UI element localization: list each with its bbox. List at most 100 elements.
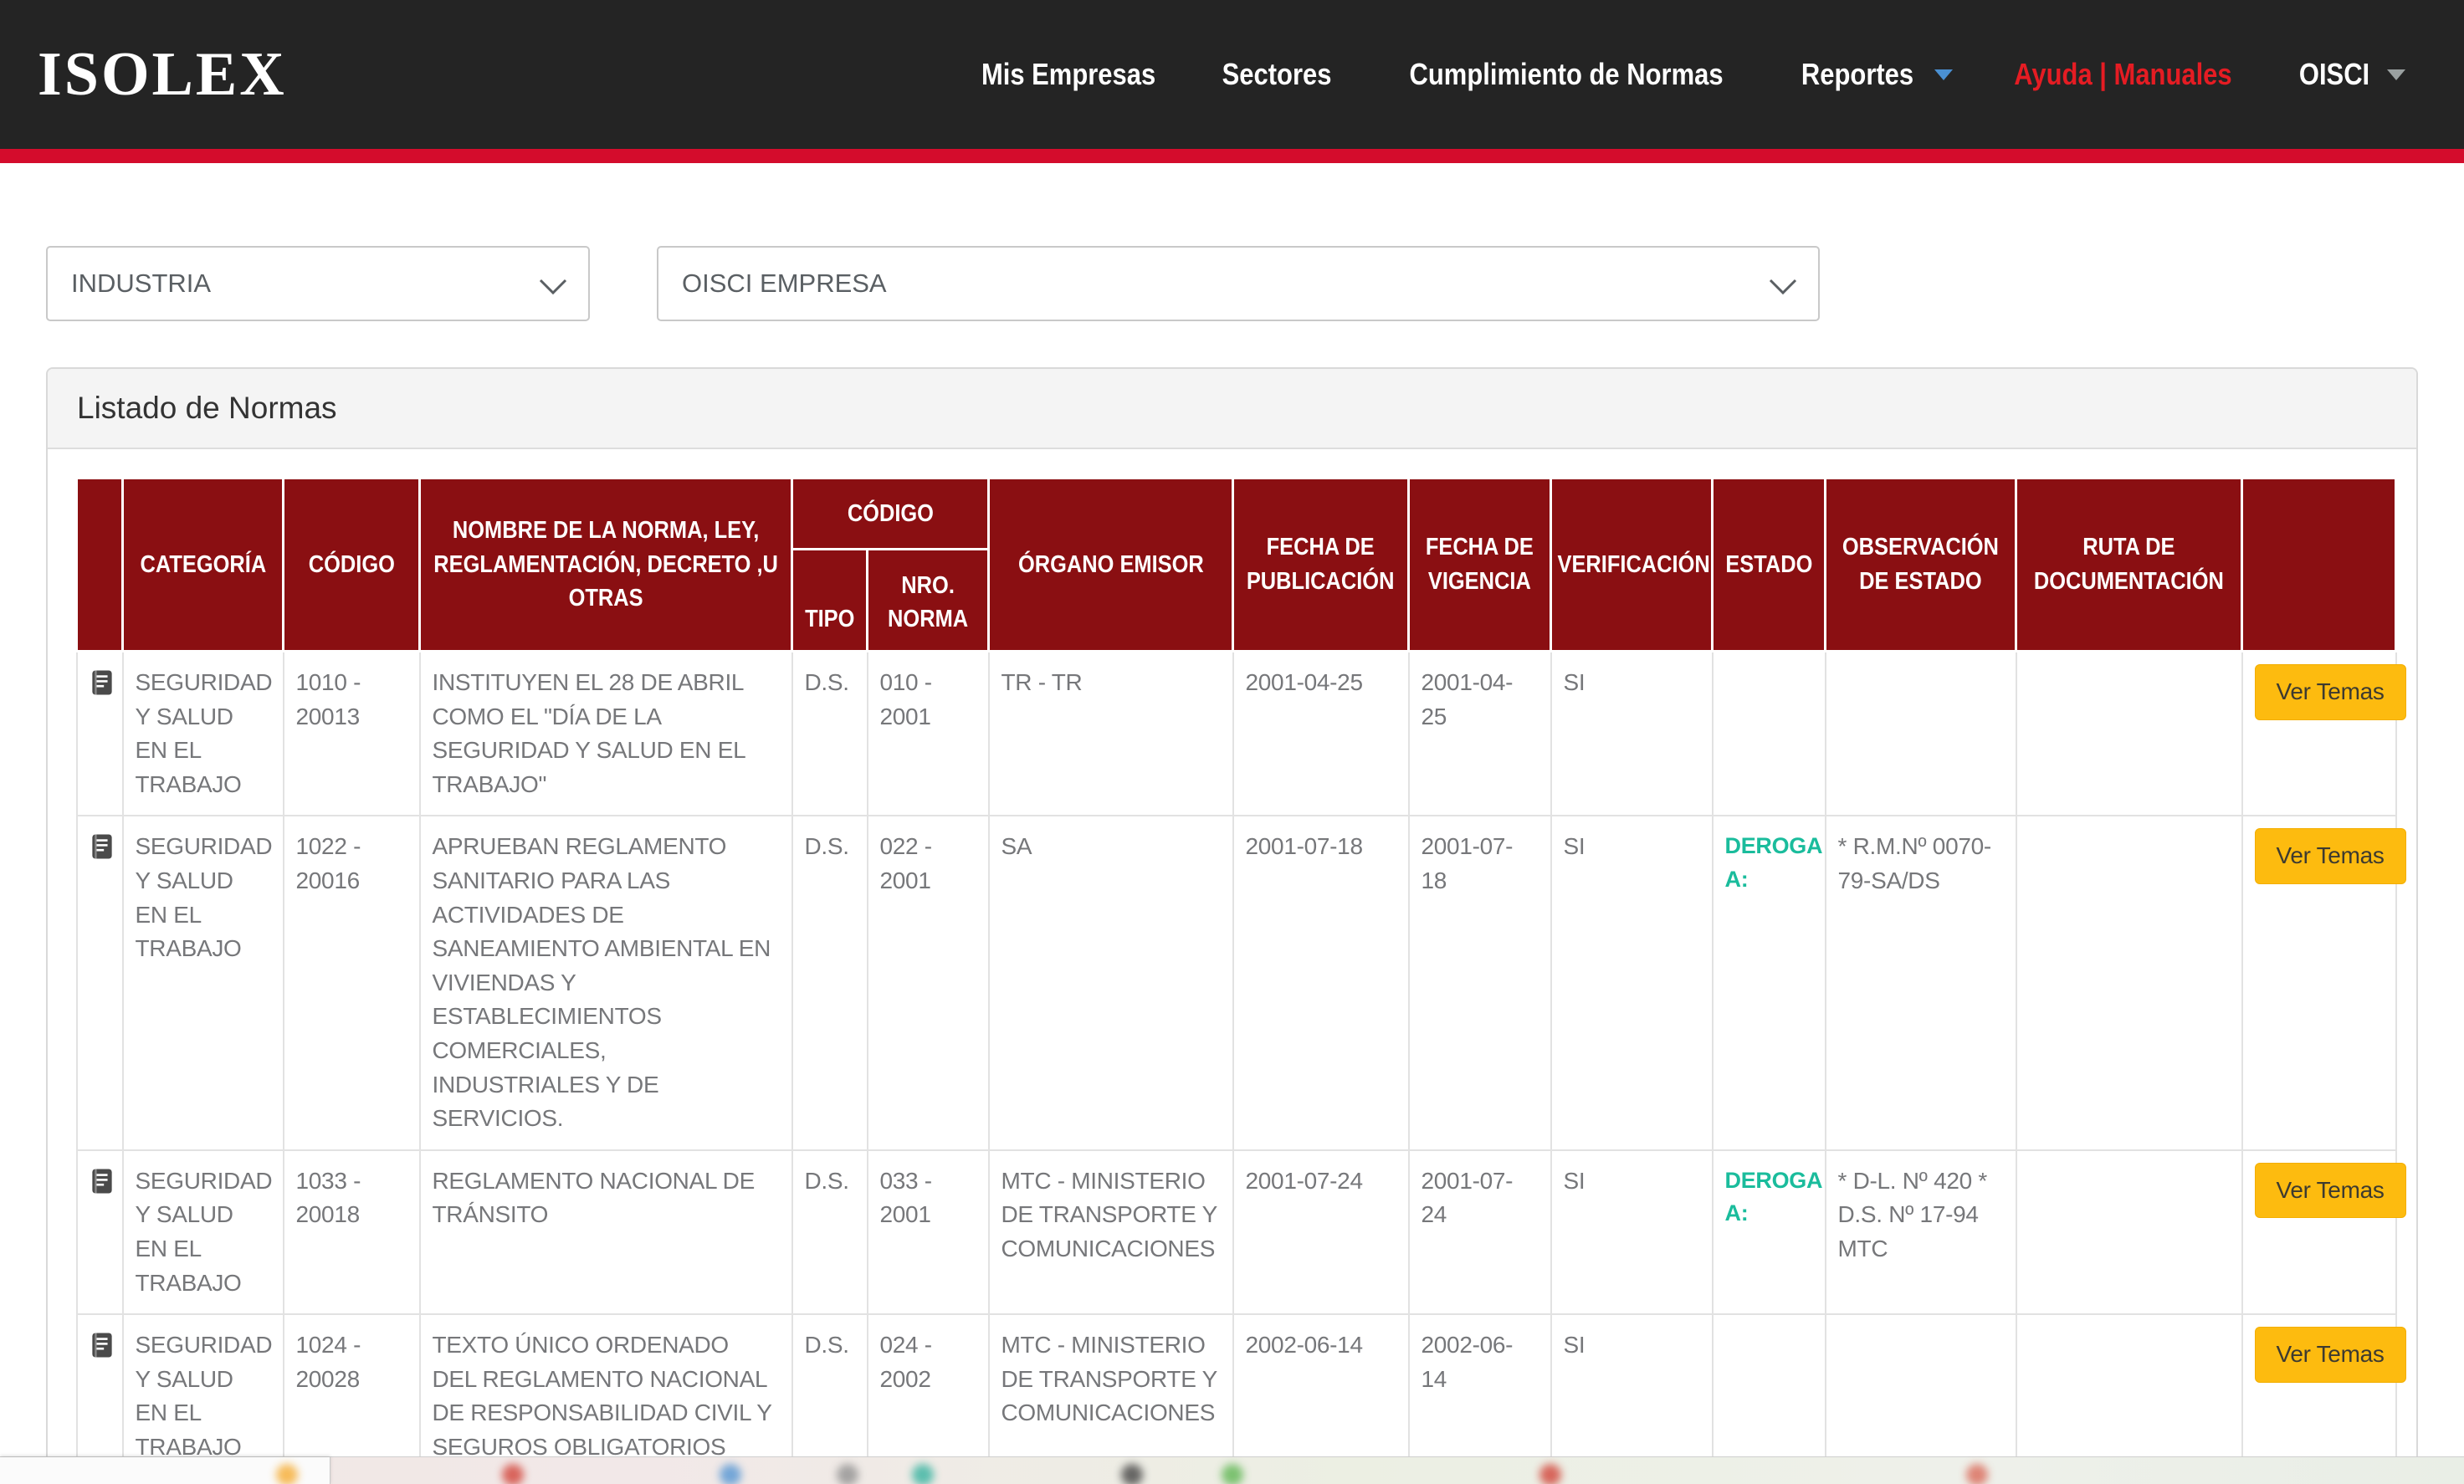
cell-actions: Ver Temas (2242, 816, 2396, 1149)
norm-document-icon[interactable] (77, 816, 123, 1149)
main-nav: Mis Empresas Sectores Cumplimiento de No… (967, 57, 2405, 92)
cell-codigo: 1033 - 20018 (284, 1150, 420, 1314)
cell-nro-norma: 022 - 2001 (868, 816, 989, 1149)
col-actions (2242, 478, 2396, 652)
cell-verificacion: SI (1551, 1150, 1713, 1314)
taskbar-app-icon (502, 1464, 524, 1484)
ver-temas-button[interactable]: Ver Temas (2255, 664, 2406, 720)
col-nombre: NOMBRE DE LA NORMA, LEY, REGLAMENTACIÓN,… (420, 478, 792, 652)
cell-ruta-documentacion (2016, 816, 2242, 1149)
nav-ayuda-manuales[interactable]: Ayuda | Manuales (1996, 57, 2250, 92)
caret-down-icon (1934, 69, 1953, 80)
cell-estado: DEROGA A: (1713, 816, 1826, 1149)
col-fecha-vigencia: FECHA DE VIGENCIA (1409, 478, 1551, 652)
cell-codigo: 1022 - 20016 (284, 816, 420, 1149)
cell-actions: Ver Temas (2242, 1150, 2396, 1314)
cell-organo-emisor: SA (989, 816, 1233, 1149)
company-select[interactable]: OISCI EMPRESA (657, 246, 1820, 321)
col-codigo-group: CÓDIGO (792, 478, 989, 550)
ver-temas-button[interactable]: Ver Temas (2255, 1163, 2406, 1219)
norm-document-icon[interactable] (77, 652, 123, 816)
taskbar-app-icon (837, 1464, 858, 1484)
taskbar-app-icon (1121, 1464, 1143, 1484)
table-row: SEGURIDAD Y SALUD EN EL TRABAJO 1010 - 2… (77, 652, 2396, 816)
cell-fecha-publicacion: 2001-04-25 (1233, 652, 1409, 816)
norms-table-header: CATEGORÍA CÓDIGO NOMBRE DE LA NORMA, LEY… (77, 478, 2396, 652)
nav-mis-empresas[interactable]: Mis Empresas (967, 57, 1170, 92)
cell-nombre: REGLAMENTO NACIONAL DE TRÁNSITO (420, 1150, 792, 1314)
norms-panel: Listado de Normas CATEGORÍA CÓDIGO NOMBR… (46, 367, 2418, 1484)
cell-observacion-estado: * D-L. Nº 420 * D.S. Nº 17-94 MTC (1826, 1150, 2016, 1314)
cell-tipo: D.S. (792, 652, 868, 816)
ver-temas-button[interactable]: Ver Temas (2255, 828, 2406, 884)
industry-select[interactable]: INDUSTRIA (46, 246, 590, 321)
cell-fecha-vigencia: 2001-07-24 (1409, 1150, 1551, 1314)
taskbar-app-icon (1966, 1464, 1988, 1484)
cell-codigo: 1010 - 20013 (284, 652, 420, 816)
cell-nro-norma: 033 - 2001 (868, 1150, 989, 1314)
col-observacion-estado: OBSERVACIÓN DE ESTADO (1826, 478, 2016, 652)
book-icon (90, 1168, 115, 1195)
cell-categoria: SEGURIDAD Y SALUD EN EL TRABAJO (123, 816, 284, 1149)
book-icon (90, 669, 115, 696)
company-select-value: OISCI EMPRESA (682, 269, 887, 299)
cell-categoria: SEGURIDAD Y SALUD EN EL TRABAJO (123, 652, 284, 816)
cell-estado (1713, 652, 1826, 816)
panel-body: CATEGORÍA CÓDIGO NOMBRE DE LA NORMA, LEY… (48, 449, 2416, 1484)
col-verificacion: VERIFICACIÓN (1551, 478, 1713, 652)
filters-row: INDUSTRIA OISCI EMPRESA (46, 246, 2418, 321)
nav-reportes[interactable]: Reportes (1792, 57, 1953, 92)
col-codigo: CÓDIGO (284, 478, 420, 652)
cell-nro-norma: 010 - 2001 (868, 652, 989, 816)
cell-nombre: APRUEBAN REGLAMENTO SANITARIO PARA LAS A… (420, 816, 792, 1149)
industry-select-value: INDUSTRIA (71, 269, 211, 299)
taskbar-app-icon (1539, 1464, 1561, 1484)
cell-fecha-publicacion: 2001-07-24 (1233, 1150, 1409, 1314)
cell-ruta-documentacion (2016, 652, 2242, 816)
cell-observacion-estado: * R.M.Nº 0070-79-SA/DS (1826, 816, 2016, 1149)
cell-tipo: D.S. (792, 816, 868, 1149)
cell-fecha-vigencia: 2001-04-25 (1409, 652, 1551, 816)
cell-nombre: INSTITUYEN EL 28 DE ABRIL COMO EL "DÍA D… (420, 652, 792, 816)
chevron-down-icon (538, 278, 568, 296)
brand-logo[interactable]: ISOLEX (38, 39, 287, 110)
col-ruta-documentacion: RUTA DE DOCUMENTACIÓN (2016, 478, 2242, 652)
col-organo-emisor: ÓRGANO EMISOR (989, 478, 1233, 652)
taskbar-app-icon (720, 1464, 741, 1484)
os-taskbar[interactable] (0, 1456, 2464, 1484)
col-nro-norma: NRO. NORMA (868, 550, 989, 652)
col-tipo: TIPO (792, 550, 868, 652)
top-header: ISOLEX Mis Empresas Sectores Cumplimient… (0, 0, 2464, 149)
ver-temas-button[interactable]: Ver Temas (2255, 1327, 2406, 1383)
caret-down-icon (2387, 69, 2405, 80)
cell-verificacion: SI (1551, 816, 1713, 1149)
cell-actions: Ver Temas (2242, 652, 2396, 816)
cell-tipo: D.S. (792, 1150, 868, 1314)
nav-cumplimiento-de-normas[interactable]: Cumplimiento de Normas (1384, 57, 1749, 92)
cell-fecha-publicacion: 2001-07-18 (1233, 816, 1409, 1149)
col-categoria: CATEGORÍA (123, 478, 284, 652)
nav-oisci-user-menu[interactable]: OISCI (2293, 57, 2405, 92)
accent-bar (0, 149, 2464, 163)
col-fecha-publicacion: FECHA DE PUBLICACIÓN (1233, 478, 1409, 652)
col-estado: ESTADO (1713, 478, 1826, 652)
book-icon (90, 833, 115, 860)
cell-categoria: SEGURIDAD Y SALUD EN EL TRABAJO (123, 1150, 284, 1314)
norms-table-body: SEGURIDAD Y SALUD EN EL TRABAJO 1010 - 2… (77, 652, 2396, 1484)
book-icon (90, 1332, 115, 1359)
chevron-down-icon (1768, 278, 1798, 296)
panel-title: Listado de Normas (48, 369, 2416, 449)
taskbar-app-icon (912, 1464, 934, 1484)
table-row: SEGURIDAD Y SALUD EN EL TRABAJO 1022 - 2… (77, 816, 2396, 1149)
norms-table: CATEGORÍA CÓDIGO NOMBRE DE LA NORMA, LEY… (75, 477, 2397, 1484)
cell-fecha-vigencia: 2001-07-18 (1409, 816, 1551, 1149)
page: ISOLEX Mis Empresas Sectores Cumplimient… (0, 0, 2464, 1484)
cell-ruta-documentacion (2016, 1150, 2242, 1314)
cell-observacion-estado (1826, 652, 2016, 816)
cell-organo-emisor: TR - TR (989, 652, 1233, 816)
taskbar-app-icon (276, 1464, 298, 1484)
col-icon (77, 478, 123, 652)
norm-document-icon[interactable] (77, 1150, 123, 1314)
cell-organo-emisor: MTC - MINISTERIO DE TRANSPORTE Y COMUNIC… (989, 1150, 1233, 1314)
nav-sectores[interactable]: Sectores (1213, 57, 1340, 92)
